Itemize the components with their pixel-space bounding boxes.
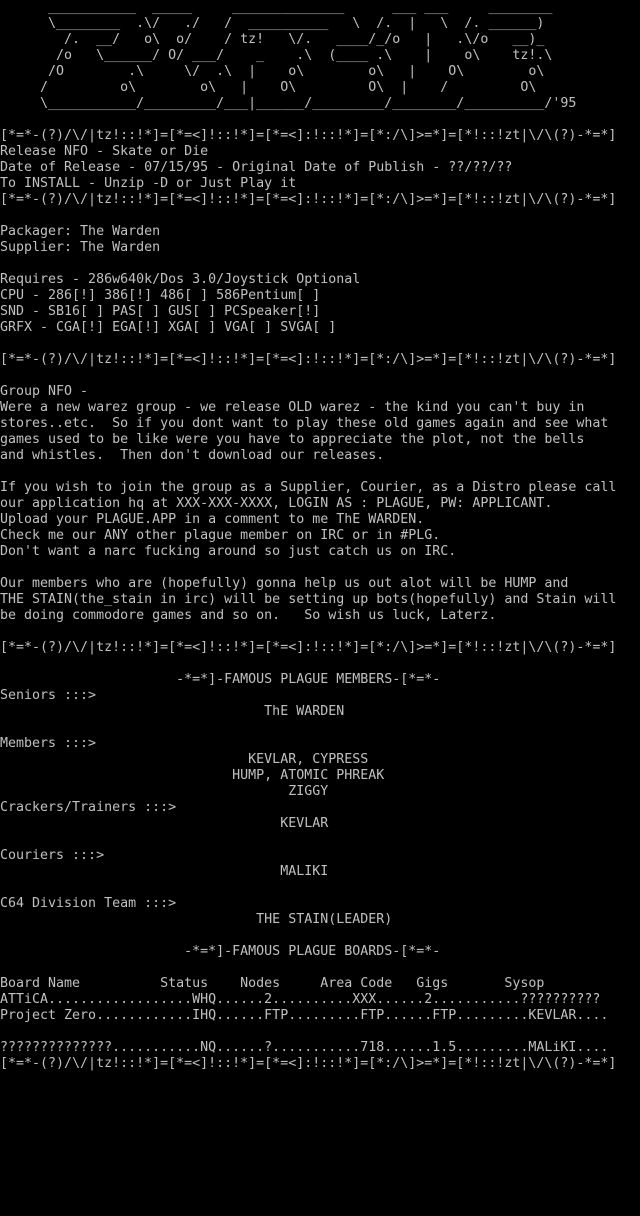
nfo-line: Packager: The Warden — [0, 224, 161, 239]
nfo-line: Crackers/Trainers :::> — [0, 800, 177, 815]
nfo-line: be doing commodore games and so on. So w… — [0, 608, 497, 623]
nfo-line: and whistles. Then don't download our re… — [0, 448, 385, 463]
nfo-line: ThE WARDEN — [0, 704, 345, 719]
nfo-line: /o \______/ O/ ___/ _ .\ (____ .\ | o\ t… — [0, 48, 553, 63]
nfo-line: Members :::> — [0, 736, 97, 751]
nfo-line: / o\ o\ | O\ O\ | / O\ — [0, 80, 537, 95]
nfo-line: [*=*-(?)/\/|tz!::!*]=[*=<]!::!*]=[*=<]:!… — [0, 128, 617, 143]
nfo-line: -*=*]-FAMOUS PLAGUE BOARDS-[*=*- — [0, 944, 441, 959]
nfo-line: ??????????????...........NQ......?......… — [0, 1040, 609, 1055]
nfo-line: C64 Division Team :::> — [0, 896, 177, 911]
nfo-line: Don't want a narc fucking around so just… — [0, 544, 457, 559]
nfo-line: KEVLAR — [0, 816, 329, 831]
nfo-line: Supplier: The Warden — [0, 240, 161, 255]
nfo-line: Couriers :::> — [0, 848, 105, 863]
nfo-line: -*=*]-FAMOUS PLAGUE MEMBERS-[*=*- — [0, 672, 441, 687]
nfo-line: Check me our ANY other plague member on … — [0, 528, 441, 543]
nfo-line: Seniors :::> — [0, 688, 97, 703]
nfo-line: \________ .\/ ./ / __________ \ /. | \ /… — [0, 16, 545, 31]
nfo-line: KEVLAR, CYPRESS — [0, 752, 369, 767]
nfo-line: GRFX - CGA[!] EGA[!] XGA[ ] VGA[ ] SVGA[… — [0, 320, 337, 335]
nfo-line: HUMP, ATOMIC PHREAK — [0, 768, 385, 783]
nfo-line: [*=*-(?)/\/|tz!::!*]=[*=<]!::!*]=[*=<]:!… — [0, 352, 617, 367]
nfo-line: /. __/ o\ o/ / tz! \/. ____/_/o | .\/o _… — [0, 32, 545, 47]
nfo-line: Date of Release - 07/15/95 - Original Da… — [0, 160, 513, 175]
nfo-line: Group NFO - — [0, 384, 89, 399]
nfo-line: [*=*-(?)/\/|tz!::!*]=[*=<]!::!*]=[*=<]:!… — [0, 192, 617, 207]
nfo-line: /O .\ \/ .\ | o\ o\ | O\ o\ — [0, 64, 545, 79]
nfo-line: To INSTALL - Unzip -D or Just Play it — [0, 176, 297, 191]
nfo-line: stores..etc. So if you dont want to play… — [0, 416, 609, 431]
nfo-line: THE STAIN(LEADER) — [0, 912, 393, 927]
nfo-line: ATTiCA..................WHQ......2......… — [0, 992, 601, 1007]
nfo-line: games used to be like were you have to a… — [0, 432, 585, 447]
nfo-terminal-screen: ___________ _____ ______________ ___ ___… — [0, 0, 640, 1216]
nfo-line: our application hq at XXX-XXX-XXXX, LOGI… — [0, 496, 553, 511]
nfo-line: SND - SB16[ ] PAS[ ] GUS[ ] PCSpeaker[!] — [0, 304, 321, 319]
nfo-line: [*=*-(?)/\/|tz!::!*]=[*=<]!::!*]=[*=<]:!… — [0, 640, 617, 655]
nfo-line: Requires - 286w640k/Dos 3.0/Joystick Opt… — [0, 272, 361, 287]
nfo-line: CPU - 286[!] 386[!] 486[ ] 586Pentium[ ] — [0, 288, 321, 303]
nfo-line: Project Zero............IHQ......FTP....… — [0, 1008, 609, 1023]
nfo-line: Our members who are (hopefully) gonna he… — [0, 576, 569, 591]
nfo-line: Were a new warez group - we release OLD … — [0, 400, 585, 415]
nfo-line: Upload your PLAGUE.APP in a comment to m… — [0, 512, 425, 527]
nfo-line: Release NFO - Skate or Die — [0, 144, 209, 159]
nfo-line: If you wish to join the group as a Suppl… — [0, 480, 617, 495]
nfo-line: ___________ _____ ______________ ___ ___… — [0, 0, 553, 15]
nfo-line: \___________/_________/___|______/______… — [0, 96, 577, 111]
nfo-line: MALIKI — [0, 864, 329, 879]
nfo-text-body: ___________ _____ ______________ ___ ___… — [0, 0, 640, 1216]
nfo-line: ZIGGY — [0, 784, 329, 799]
nfo-line: Board Name Status Nodes Area Code Gigs S… — [0, 976, 545, 991]
nfo-line: [*=*-(?)/\/|tz!::!*]=[*=<]!::!*]=[*=<]:!… — [0, 1056, 617, 1071]
nfo-line: THE STAIN(the_stain in irc) will be sett… — [0, 592, 617, 607]
